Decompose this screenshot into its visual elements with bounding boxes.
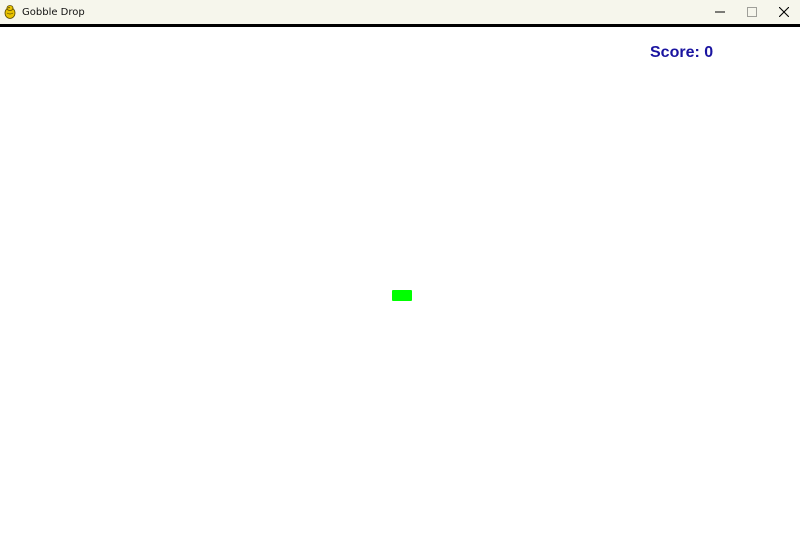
window-controls: [704, 0, 800, 24]
maximize-icon: [747, 7, 757, 17]
close-button[interactable]: [768, 0, 800, 24]
game-canvas[interactable]: Score: 0: [0, 27, 800, 559]
game-window: Gobble Drop Score: 0: [0, 0, 800, 559]
minimize-icon: [715, 11, 725, 13]
player-block: [392, 290, 412, 301]
close-icon: [779, 7, 789, 17]
title-bar[interactable]: Gobble Drop: [0, 0, 800, 24]
app-icon: [3, 5, 17, 19]
score-display: Score: 0: [650, 44, 714, 61]
window-title: Gobble Drop: [22, 6, 85, 18]
maximize-button[interactable]: [736, 0, 768, 24]
minimize-button[interactable]: [704, 0, 736, 24]
